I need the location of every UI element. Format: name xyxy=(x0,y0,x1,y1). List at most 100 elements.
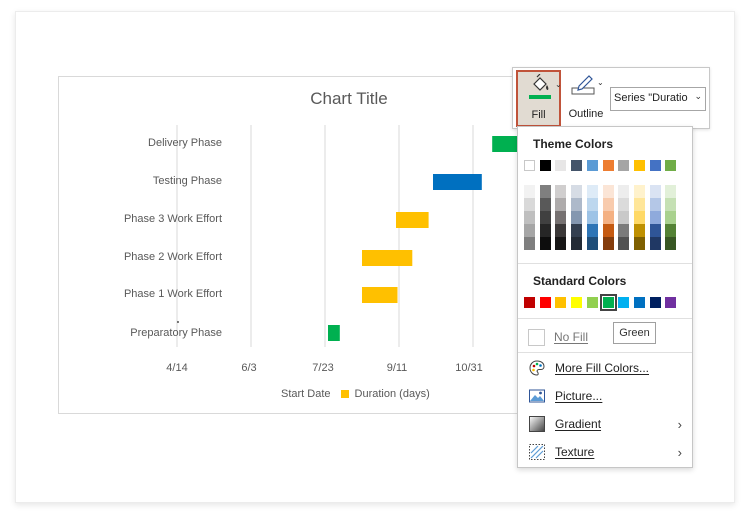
theme-shade-swatch[interactable] xyxy=(555,211,567,224)
theme-shade-swatch[interactable] xyxy=(633,185,645,198)
theme-shade-swatch[interactable] xyxy=(602,224,614,237)
gradient-item[interactable]: Gradient › xyxy=(528,413,688,435)
theme-shade-swatch[interactable] xyxy=(524,185,535,198)
theme-shade-swatch[interactable] xyxy=(555,237,567,250)
legend-duration-swatch xyxy=(340,390,349,398)
theme-color-swatch[interactable] xyxy=(539,160,551,171)
theme-shade-swatch[interactable] xyxy=(618,185,630,198)
theme-shade-swatch[interactable] xyxy=(524,237,535,250)
theme-shade-swatch[interactable] xyxy=(618,198,630,211)
theme-shade-swatch[interactable] xyxy=(586,237,598,250)
theme-color-swatch[interactable] xyxy=(586,160,598,171)
outline-button[interactable]: ⌄ Outline xyxy=(565,72,607,126)
standard-color-swatch[interactable] xyxy=(649,297,661,308)
theme-shade-swatch[interactable] xyxy=(555,185,567,198)
standard-color-swatch[interactable] xyxy=(586,297,598,308)
texture-item[interactable]: Texture › xyxy=(528,441,688,463)
theme-color-swatch[interactable] xyxy=(524,160,535,171)
theme-color-swatch[interactable] xyxy=(633,160,645,171)
legend-duration: Duration (days) xyxy=(354,388,430,400)
standard-color-swatch[interactable] xyxy=(524,297,535,308)
fill-dropdown-arrow-icon[interactable]: ⌄ xyxy=(555,80,562,89)
theme-shade-swatch[interactable] xyxy=(649,185,661,198)
series-select[interactable]: Series "Duratio ⌄ xyxy=(610,87,706,111)
theme-shade-swatch[interactable] xyxy=(602,185,614,198)
theme-shade-swatch[interactable] xyxy=(618,237,630,250)
standard-color-swatch[interactable] xyxy=(599,294,617,311)
outline-dropdown-arrow-icon[interactable]: ⌄ xyxy=(597,78,604,87)
theme-color-swatch[interactable] xyxy=(571,160,583,171)
theme-shade-swatch[interactable] xyxy=(618,211,630,224)
theme-shade-swatch[interactable] xyxy=(633,224,645,237)
theme-shade-swatch[interactable] xyxy=(539,198,551,211)
category-label-testing: Testing Phase xyxy=(152,175,222,187)
theme-shade-swatch[interactable] xyxy=(633,237,645,250)
theme-shade-swatch[interactable] xyxy=(665,237,677,250)
theme-shade-swatch[interactable] xyxy=(539,224,551,237)
theme-shade-swatch[interactable] xyxy=(555,224,567,237)
theme-shade-swatch[interactable] xyxy=(539,185,551,198)
fill-button[interactable]: ⌄ Fill xyxy=(516,70,562,127)
category-label-delivery: Delivery Phase xyxy=(148,137,222,149)
theme-shade-swatch[interactable] xyxy=(665,224,677,237)
theme-shade-swatch[interactable] xyxy=(571,237,583,250)
theme-colors-heading: Theme Colors xyxy=(533,137,614,151)
no-fill-label: No Fill xyxy=(554,330,589,344)
theme-shade-swatch[interactable] xyxy=(649,198,661,211)
theme-shade-swatch[interactable] xyxy=(571,211,583,224)
palette-icon xyxy=(529,360,545,376)
standard-color-swatch[interactable] xyxy=(633,297,645,308)
theme-shade-swatch[interactable] xyxy=(586,198,598,211)
theme-shade-swatch[interactable] xyxy=(524,224,535,237)
theme-shade-swatch[interactable] xyxy=(524,211,535,224)
chart-area[interactable]: Chart Title Delivery Phase Testing Phase… xyxy=(58,76,548,414)
standard-color-swatch[interactable] xyxy=(555,297,567,308)
color-tooltip: Green xyxy=(613,322,656,344)
chart-legend[interactable]: Start Date Duration (days) xyxy=(281,388,430,400)
theme-shade-swatch[interactable] xyxy=(633,198,645,211)
fill-color-menu: Theme Colors Standard Colors No Fill Mor… xyxy=(517,126,693,468)
no-fill-item[interactable]: No Fill xyxy=(528,326,688,348)
standard-color-swatch[interactable] xyxy=(571,297,583,308)
duration-bar[interactable] xyxy=(362,250,413,266)
theme-color-swatch[interactable] xyxy=(602,160,614,171)
duration-bar[interactable] xyxy=(328,325,340,341)
theme-shade-swatch[interactable] xyxy=(602,211,614,224)
duration-bar[interactable] xyxy=(433,174,482,190)
theme-shade-swatch[interactable] xyxy=(571,198,583,211)
theme-shade-swatch[interactable] xyxy=(524,198,535,211)
theme-color-swatch[interactable] xyxy=(618,160,630,171)
theme-shade-swatch[interactable] xyxy=(571,224,583,237)
standard-color-swatch[interactable] xyxy=(618,297,630,308)
theme-shade-swatch[interactable] xyxy=(618,224,630,237)
standard-color-swatch[interactable] xyxy=(539,297,551,308)
x-tick-label: 4/14 xyxy=(166,362,188,374)
duration-bar[interactable] xyxy=(396,212,429,228)
theme-shade-swatch[interactable] xyxy=(586,224,598,237)
theme-color-swatch[interactable] xyxy=(555,160,567,171)
theme-shade-swatch[interactable] xyxy=(586,211,598,224)
theme-shade-swatch[interactable] xyxy=(665,211,677,224)
theme-shade-swatch[interactable] xyxy=(649,211,661,224)
picture-label: Picture... xyxy=(555,389,603,403)
theme-shade-swatch[interactable] xyxy=(539,237,551,250)
duration-bar[interactable] xyxy=(362,287,398,303)
theme-shade-swatch[interactable] xyxy=(571,185,583,198)
theme-shade-swatch[interactable] xyxy=(602,198,614,211)
standard-color-swatch[interactable] xyxy=(665,297,677,308)
theme-shade-swatch[interactable] xyxy=(649,237,661,250)
theme-shade-swatch[interactable] xyxy=(665,198,677,211)
theme-shade-swatch[interactable] xyxy=(649,224,661,237)
theme-shade-swatch[interactable] xyxy=(665,185,677,198)
theme-shade-swatch[interactable] xyxy=(633,211,645,224)
fill-button-label: Fill xyxy=(531,109,546,121)
theme-color-swatch[interactable] xyxy=(649,160,661,171)
more-fill-colors-item[interactable]: More Fill Colors... xyxy=(528,357,688,379)
texture-label: Texture xyxy=(555,445,595,459)
theme-shade-swatch[interactable] xyxy=(586,185,598,198)
theme-shade-swatch[interactable] xyxy=(555,198,567,211)
picture-item[interactable]: Picture... xyxy=(528,385,688,407)
theme-color-swatch[interactable] xyxy=(665,160,677,171)
theme-shade-swatch[interactable] xyxy=(602,237,614,250)
theme-shade-swatch[interactable] xyxy=(539,211,551,224)
